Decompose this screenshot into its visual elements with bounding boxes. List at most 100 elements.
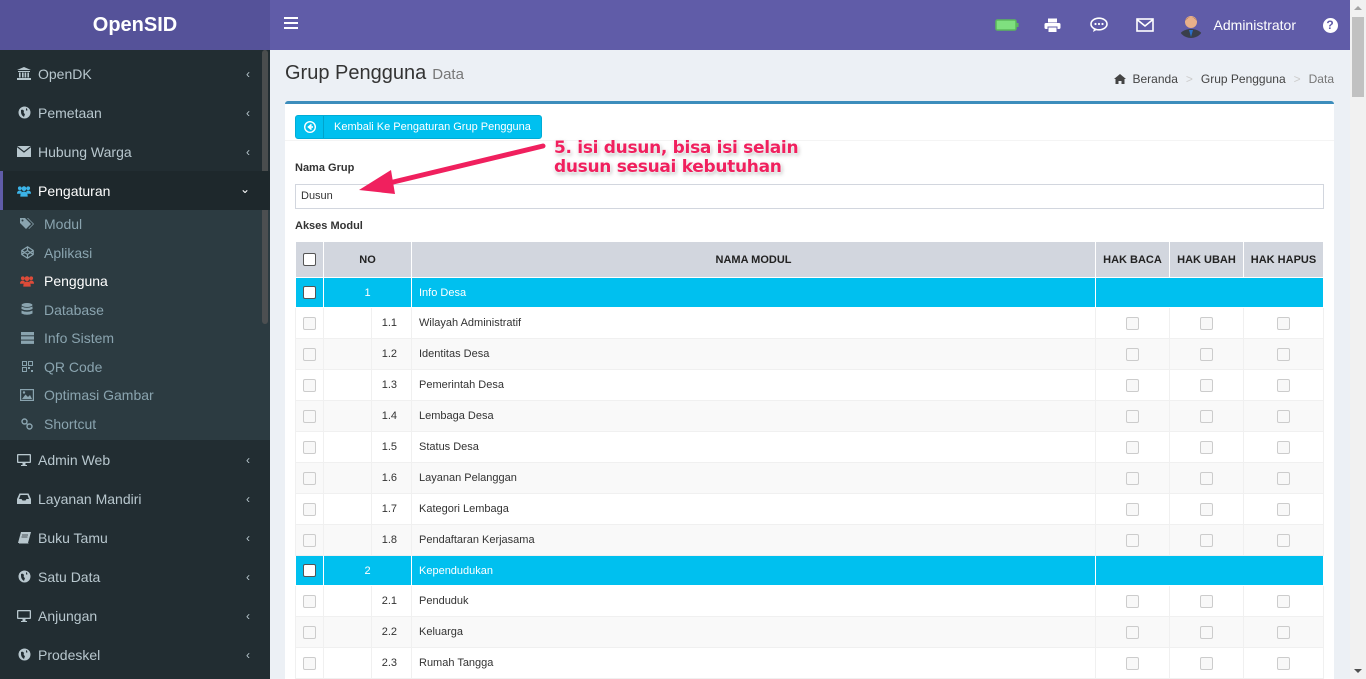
hak-ubah-checkbox[interactable] xyxy=(1200,502,1213,516)
sidebar-toggle-icon[interactable] xyxy=(284,17,298,29)
row-checkbox[interactable] xyxy=(303,656,316,670)
print-button[interactable] xyxy=(1030,0,1076,50)
hak-baca-checkbox[interactable] xyxy=(1126,316,1139,330)
hak-baca-cell xyxy=(1095,431,1170,463)
hak-hapus-checkbox[interactable] xyxy=(1277,656,1290,670)
hak-ubah-checkbox[interactable] xyxy=(1200,440,1213,454)
chevron-left-icon: ‹ xyxy=(246,531,250,545)
hak-ubah-checkbox[interactable] xyxy=(1200,347,1213,361)
sidebar-item-buku-tamu[interactable]: Buku Tamu ‹ xyxy=(0,518,270,557)
table-row: 1.4 Lembaga Desa xyxy=(295,400,1324,432)
breadcrumb-grup-pengguna[interactable]: Grup Pengguna xyxy=(1201,72,1286,86)
row-checkbox[interactable] xyxy=(303,316,316,330)
row-checkbox[interactable] xyxy=(303,502,316,516)
hak-ubah-checkbox[interactable] xyxy=(1200,378,1213,392)
breadcrumb-home[interactable]: Beranda xyxy=(1133,72,1178,86)
hak-hapus-checkbox[interactable] xyxy=(1277,440,1290,454)
row-select-cell xyxy=(295,369,324,401)
row-checkbox[interactable] xyxy=(303,625,316,639)
hak-hapus-checkbox[interactable] xyxy=(1277,378,1290,392)
hak-ubah-cell xyxy=(1169,647,1244,679)
battery-button[interactable] xyxy=(984,0,1030,50)
sidebar-item-pemetaan[interactable]: Pemetaan ‹ xyxy=(0,93,270,132)
sidebar-item-opendk[interactable]: OpenDK ‹ xyxy=(0,54,270,93)
row-module-name: Layanan Pelanggan xyxy=(411,462,1096,494)
hak-hapus-checkbox[interactable] xyxy=(1277,625,1290,639)
codepen-icon xyxy=(20,246,34,260)
scroll-thumb[interactable] xyxy=(1352,17,1364,97)
sidebar-item-prodeskel[interactable]: Prodeskel ‹ xyxy=(0,635,270,674)
row-checkbox[interactable] xyxy=(303,378,316,392)
table-row: 1.6 Layanan Pelanggan xyxy=(295,462,1324,494)
back-button[interactable]: Kembali Ke Pengaturan Grup Pengguna xyxy=(295,115,542,139)
submenu-item-aplikasi[interactable]: Aplikasi xyxy=(0,239,270,268)
hak-ubah-cell xyxy=(1169,369,1244,401)
mail-button[interactable] xyxy=(1122,0,1168,50)
hak-baca-checkbox[interactable] xyxy=(1126,594,1139,608)
submenu-item-label: QR Code xyxy=(44,358,103,375)
hak-hapus-cell xyxy=(1243,585,1324,617)
submenu-item-optimasi-gambar[interactable]: Optimasi Gambar xyxy=(0,381,270,410)
group-checkbox[interactable] xyxy=(303,564,316,577)
hak-ubah-checkbox[interactable] xyxy=(1200,471,1213,485)
row-checkbox[interactable] xyxy=(303,409,316,423)
hak-hapus-checkbox[interactable] xyxy=(1277,471,1290,485)
hak-ubah-checkbox[interactable] xyxy=(1200,409,1213,423)
row-checkbox[interactable] xyxy=(303,440,316,454)
submenu-item-shortcut[interactable]: Shortcut xyxy=(0,410,270,439)
hak-baca-checkbox[interactable] xyxy=(1126,378,1139,392)
submenu-item-label: Pengguna xyxy=(44,273,108,290)
hak-baca-checkbox[interactable] xyxy=(1126,656,1139,670)
hak-baca-checkbox[interactable] xyxy=(1126,409,1139,423)
hak-hapus-checkbox[interactable] xyxy=(1277,347,1290,361)
hak-hapus-checkbox[interactable] xyxy=(1277,533,1290,547)
hak-baca-checkbox[interactable] xyxy=(1126,347,1139,361)
row-select-cell xyxy=(295,647,324,679)
hak-baca-checkbox[interactable] xyxy=(1126,625,1139,639)
sidebar-item-admin-web[interactable]: Admin Web ‹ xyxy=(0,440,270,479)
hak-baca-checkbox[interactable] xyxy=(1126,440,1139,454)
hak-ubah-checkbox[interactable] xyxy=(1200,656,1213,670)
hak-hapus-checkbox[interactable] xyxy=(1277,594,1290,608)
hak-baca-checkbox[interactable] xyxy=(1126,533,1139,547)
row-no: 1.5 xyxy=(381,441,397,453)
help-button[interactable]: ? xyxy=(1310,0,1350,50)
hak-hapus-checkbox[interactable] xyxy=(1277,502,1290,516)
chevron-left-icon: ‹ xyxy=(246,492,250,506)
sidebar-item-layanan-mandiri[interactable]: Layanan Mandiri ‹ xyxy=(0,479,270,518)
submenu-item-modul[interactable]: Modul xyxy=(0,210,270,239)
hak-hapus-checkbox[interactable] xyxy=(1277,409,1290,423)
group-checkbox[interactable] xyxy=(303,286,316,299)
row-no-cell: 1.6 xyxy=(323,462,412,494)
sidebar-item-satu-data[interactable]: Satu Data ‹ xyxy=(0,557,270,596)
submenu-item-database[interactable]: Database xyxy=(0,296,270,325)
image-icon xyxy=(20,388,34,402)
sidebar-item-pengaturan[interactable]: Pengaturan ⌄ xyxy=(0,171,270,210)
inbox-icon xyxy=(17,492,31,506)
hak-baca-checkbox[interactable] xyxy=(1126,471,1139,485)
hak-ubah-checkbox[interactable] xyxy=(1200,533,1213,547)
row-checkbox[interactable] xyxy=(303,347,316,361)
hak-ubah-checkbox[interactable] xyxy=(1200,625,1213,639)
submenu-item-info-sistem[interactable]: Info Sistem xyxy=(0,324,270,353)
database-icon xyxy=(20,303,34,317)
row-checkbox[interactable] xyxy=(303,533,316,547)
chat-button[interactable] xyxy=(1076,0,1122,50)
hak-ubah-checkbox[interactable] xyxy=(1200,316,1213,330)
user-menu[interactable]: Administrator xyxy=(1168,0,1310,50)
row-checkbox[interactable] xyxy=(303,471,316,485)
select-all-checkbox[interactable] xyxy=(303,253,316,266)
hak-baca-checkbox[interactable] xyxy=(1126,502,1139,516)
page-scrollbar[interactable] xyxy=(1350,0,1366,679)
sidebar-item-hubung-warga[interactable]: Hubung Warga ‹ xyxy=(0,132,270,171)
hak-ubah-checkbox[interactable] xyxy=(1200,594,1213,608)
row-checkbox[interactable] xyxy=(303,594,316,608)
scroll-down-icon[interactable] xyxy=(1354,669,1362,673)
hak-baca-cell xyxy=(1095,338,1170,370)
scroll-up-icon[interactable] xyxy=(1354,6,1362,10)
hak-hapus-checkbox[interactable] xyxy=(1277,316,1290,330)
submenu-item-pengguna[interactable]: Pengguna xyxy=(0,267,270,296)
sidebar-item-anjungan[interactable]: Anjungan ‹ xyxy=(0,596,270,635)
submenu-item-qr-code[interactable]: QR Code xyxy=(0,353,270,382)
brand-logo[interactable]: OpenSID xyxy=(0,0,270,50)
